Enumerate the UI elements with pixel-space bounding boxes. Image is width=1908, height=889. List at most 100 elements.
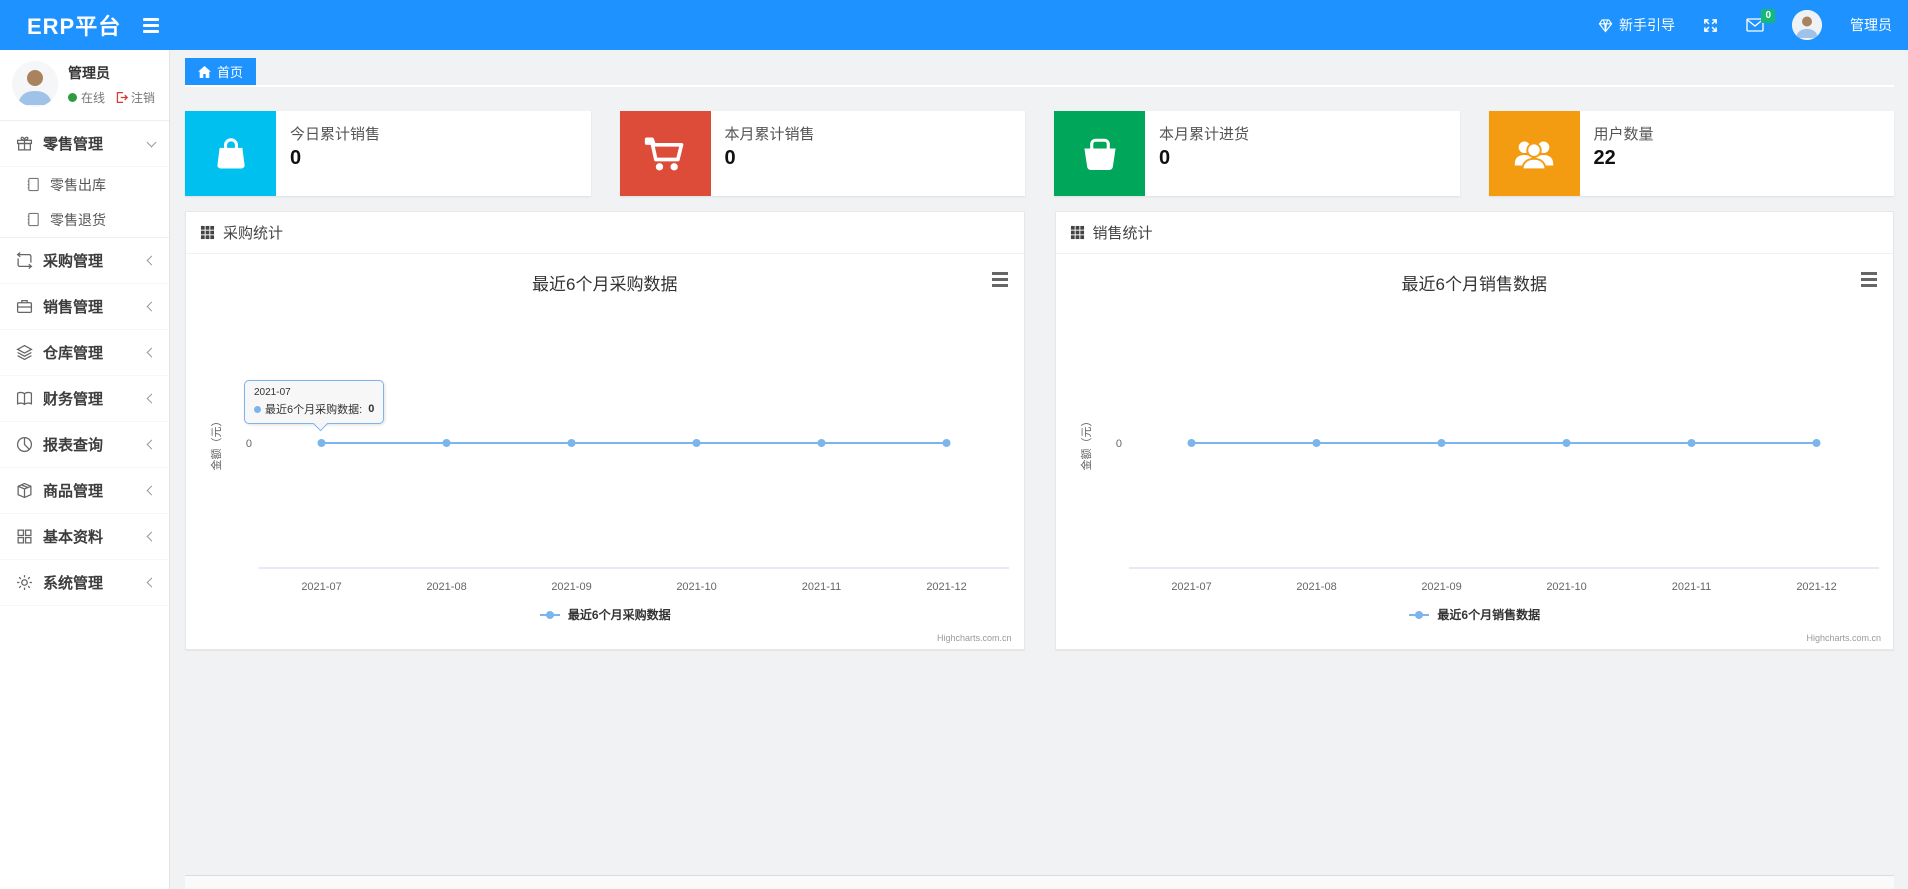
chevron-left-icon bbox=[146, 485, 157, 496]
chevron-left-icon bbox=[146, 393, 157, 404]
line-chart[interactable]: 2021-07 2021-08 2021-09 2021-10 2021-11 2021-… bbox=[186, 254, 1026, 649]
card-title: 用户数量 bbox=[1593, 126, 1654, 143]
th-grid-icon bbox=[1070, 225, 1084, 240]
card-value: 22 bbox=[1593, 147, 1616, 169]
sidebar-item-finance[interactable]: 财务管理 bbox=[0, 376, 169, 422]
open-book-icon bbox=[16, 391, 33, 406]
sidebar-toggle-icon[interactable] bbox=[143, 17, 160, 33]
box-icon bbox=[17, 482, 32, 499]
svg-text:2021-12: 2021-12 bbox=[1796, 581, 1836, 593]
tab-bar: 首页 bbox=[185, 58, 1894, 87]
tab-home[interactable]: 首页 bbox=[185, 58, 257, 85]
sidebar-item-purchase[interactable]: 采购管理 bbox=[0, 238, 169, 284]
sidebar-item-retail[interactable]: 零售管理 bbox=[0, 121, 169, 167]
briefcase-icon bbox=[16, 300, 33, 313]
sidebar-avatar[interactable] bbox=[12, 61, 58, 107]
svg-text:2021-11: 2021-11 bbox=[802, 581, 842, 593]
line-chart[interactable]: 2021-07 2021-08 2021-09 2021-10 2021-11 2021-… bbox=[1056, 254, 1896, 649]
legend-line-icon bbox=[1409, 610, 1430, 619]
sidebar-item-sales[interactable]: 销售管理 bbox=[0, 284, 169, 330]
navbar-avatar[interactable] bbox=[1792, 10, 1822, 40]
sidebar-item-retail-outbound[interactable]: 零售出库 bbox=[0, 167, 169, 202]
svg-text:2021-11: 2021-11 bbox=[1671, 581, 1711, 593]
svg-text:0: 0 bbox=[1115, 438, 1121, 450]
stat-card-user-count[interactable]: 用户数量 22 bbox=[1488, 111, 1894, 196]
sidebar-item-warehouse[interactable]: 仓库管理 bbox=[0, 330, 169, 376]
grid-icon bbox=[17, 529, 32, 544]
online-status-icon bbox=[68, 92, 77, 102]
users-icon bbox=[1514, 141, 1554, 170]
chevron-left-icon bbox=[146, 255, 157, 266]
panel-title: 销售统计 bbox=[1092, 225, 1153, 242]
chevron-left-icon bbox=[146, 531, 157, 542]
home-icon bbox=[198, 65, 211, 78]
chart-legend[interactable]: 最近6个月采购数据 bbox=[186, 606, 1024, 623]
sidebar: 管理员 在线 注销 零售管理 零售出库 零售退货 采购管理 销售管理 仓库管理 … bbox=[0, 50, 170, 889]
chevron-left-icon bbox=[146, 347, 157, 358]
svg-text:2021-07: 2021-07 bbox=[1171, 581, 1211, 593]
sidebar-item-reports[interactable]: 报表查询 bbox=[0, 422, 169, 468]
journal-icon bbox=[27, 212, 39, 227]
card-value: 0 bbox=[724, 147, 736, 169]
cart-icon bbox=[644, 137, 684, 170]
app-brand: ERP平台 bbox=[27, 14, 122, 39]
th-grid-icon bbox=[200, 225, 215, 240]
purchase-chart: 最近6个月采购数据 2021-07 2021-08 2021-09 2021-10 20… bbox=[186, 254, 1024, 649]
fullscreen-button[interactable] bbox=[1703, 18, 1718, 33]
stat-card-month-sales[interactable]: 本月累计销售 0 bbox=[619, 111, 1025, 196]
card-title: 今日累计销售 bbox=[290, 126, 381, 143]
svg-text:金额（元）: 金额（元） bbox=[209, 416, 223, 471]
sidebar-item-goods[interactable]: 商品管理 bbox=[0, 468, 169, 514]
messages-button[interactable]: 0 bbox=[1746, 9, 1775, 32]
chart-legend[interactable]: 最近6个月销售数据 bbox=[1056, 606, 1894, 623]
shopping-bag-icon bbox=[216, 137, 245, 168]
footer-divider bbox=[185, 875, 1894, 889]
svg-text:2021-09: 2021-09 bbox=[551, 581, 591, 593]
card-title: 本月累计销售 bbox=[724, 126, 815, 143]
purchase-stats-panel: 采购统计 最近6个月采购数据 2021-07 2021-08 2021-09 2021… bbox=[185, 211, 1025, 650]
chart-tooltip: 2021-07 最近6个月采购数据: 0 bbox=[244, 380, 385, 424]
panel-title: 采购统计 bbox=[223, 225, 284, 242]
gear-icon bbox=[17, 575, 32, 590]
svg-text:2021-09: 2021-09 bbox=[1421, 581, 1461, 593]
highcharts-credits[interactable]: Highcharts.com.cn bbox=[1806, 633, 1881, 643]
journal-icon bbox=[27, 177, 39, 192]
highcharts-credits[interactable]: Highcharts.com.cn bbox=[937, 633, 1012, 643]
card-value: 0 bbox=[1159, 147, 1171, 169]
chevron-left-icon bbox=[146, 439, 157, 450]
logout-button[interactable]: 注销 bbox=[115, 89, 155, 106]
gem-icon bbox=[1598, 18, 1613, 33]
stat-card-month-purchase[interactable]: 本月累计进货 0 bbox=[1054, 111, 1460, 196]
basket-icon bbox=[1083, 138, 1116, 170]
sales-stats-panel: 销售统计 最近6个月销售数据 2021-07 2021-08 2021-09 2021… bbox=[1054, 211, 1894, 650]
series-dot-icon bbox=[254, 405, 261, 413]
guide-button[interactable]: 新手引导 bbox=[1598, 15, 1675, 35]
message-count-badge: 0 bbox=[1761, 9, 1775, 23]
svg-text:2021-10: 2021-10 bbox=[1546, 581, 1586, 593]
svg-text:2021-07: 2021-07 bbox=[301, 581, 341, 593]
svg-text:金额（元）: 金额（元） bbox=[1079, 416, 1093, 471]
card-value: 0 bbox=[290, 147, 302, 169]
sidebar-item-basic-data[interactable]: 基本资料 bbox=[0, 514, 169, 560]
chevron-left-icon bbox=[146, 577, 157, 588]
guide-label: 新手引导 bbox=[1619, 17, 1675, 33]
navbar-username[interactable]: 管理员 bbox=[1850, 15, 1892, 35]
svg-text:2021-10: 2021-10 bbox=[676, 581, 716, 593]
sidebar-item-retail-return[interactable]: 零售退货 bbox=[0, 202, 169, 237]
chevron-down-icon bbox=[146, 137, 157, 147]
chevron-left-icon bbox=[146, 301, 157, 312]
pie-chart-icon bbox=[16, 436, 33, 453]
logout-label: 注销 bbox=[131, 90, 156, 105]
sales-chart: 最近6个月销售数据 2021-07 2021-08 2021-09 2021-10 20… bbox=[1056, 254, 1894, 649]
card-title: 本月累计进货 bbox=[1159, 126, 1250, 143]
purchase-return-icon bbox=[16, 252, 33, 269]
stat-card-today-sales[interactable]: 今日累计销售 0 bbox=[185, 111, 591, 196]
sidebar-username: 管理员 bbox=[68, 64, 110, 81]
svg-text:2021-08: 2021-08 bbox=[1296, 581, 1336, 593]
sidebar-item-system[interactable]: 系统管理 bbox=[0, 560, 169, 606]
svg-text:0: 0 bbox=[246, 438, 252, 450]
legend-line-icon bbox=[539, 610, 560, 619]
svg-text:2021-08: 2021-08 bbox=[426, 581, 466, 593]
top-navbar: ERP平台 新手引导 0 管理员 bbox=[0, 0, 1908, 50]
gift-icon bbox=[16, 136, 33, 151]
